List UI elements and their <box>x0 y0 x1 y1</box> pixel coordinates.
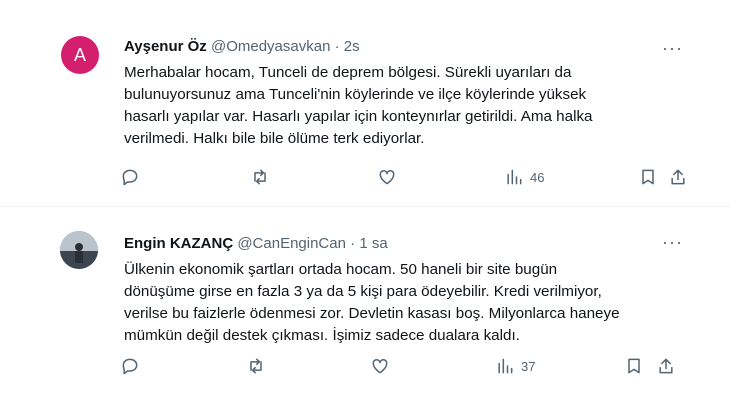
tweet-header: Engin KAZANÇ @CanEnginCan · 1 sa <box>124 234 388 254</box>
more-icon[interactable]: ··· <box>662 233 683 251</box>
retweet-button[interactable] <box>246 356 266 376</box>
tweet-text-line: Ülkenin ekonomik şartları ortada hocam. … <box>124 261 558 278</box>
author-handle[interactable]: @Omedyasavkan <box>211 38 330 55</box>
reply-icon <box>122 358 138 375</box>
action-bar: 46 <box>120 167 700 191</box>
share-icon <box>659 358 673 374</box>
reply-button[interactable] <box>120 356 140 376</box>
tweet-text-line: mümkün değil destek çıkması. İşimiz sade… <box>124 327 520 344</box>
avatar-letter: A <box>73 44 86 65</box>
retweet-icon <box>254 169 266 185</box>
author-name[interactable]: Engin KAZANÇ <box>124 235 233 252</box>
author-handle[interactable]: @CanEnginCan <box>237 235 346 252</box>
share-icon <box>671 169 685 185</box>
bookmark-icon <box>628 358 640 374</box>
bookmark-button[interactable] <box>638 167 658 187</box>
tweet-text: Merhabalar hocam, Tunceli de deprem bölg… <box>124 62 684 150</box>
tweet-text-line: dönüşüme girse en fazla 3 ya da 5 kişi p… <box>124 283 602 300</box>
views-count: 37 <box>521 358 536 374</box>
like-icon <box>379 169 395 185</box>
separator-dot: · <box>350 235 356 252</box>
avatar-photo <box>60 231 98 269</box>
tweet-text-line: hasarlı yapılar var. Hasarlı yapılar içi… <box>124 108 593 125</box>
views-icon <box>507 169 522 185</box>
more-icon[interactable]: ··· <box>662 39 683 57</box>
bookmark-icon <box>642 169 654 185</box>
tweet-text-line: verilmedi. Halkı bile bile ölüme terk ed… <box>124 130 425 147</box>
tweet-text-line: verilse bu faizlerle ödenmesi zor. Devle… <box>124 305 620 322</box>
tweet-2[interactable]: Engin KAZANÇ @CanEnginCan · 1 sa ··· Ülk… <box>40 225 695 395</box>
views-button[interactable]: 46 <box>504 167 544 187</box>
separator-dot: · <box>334 38 340 55</box>
avatar[interactable]: A <box>61 36 99 74</box>
share-button[interactable] <box>656 356 676 376</box>
tweet-text: Ülkenin ekonomik şartları ortada hocam. … <box>124 259 684 347</box>
like-button[interactable] <box>370 356 390 376</box>
retweet-button[interactable] <box>250 167 270 187</box>
timestamp[interactable]: 2s <box>344 38 360 55</box>
timestamp[interactable]: 1 sa <box>359 235 387 252</box>
views-button[interactable]: 37 <box>495 356 535 376</box>
tweet-text-line: Merhabalar hocam, Tunceli de deprem bölg… <box>124 64 572 81</box>
tweet-divider <box>0 206 730 207</box>
bookmark-button[interactable] <box>624 356 644 376</box>
reply-button[interactable] <box>120 167 140 187</box>
tweet-text-line: bulunuyorsunuz ama Tunceli'nin köylerind… <box>124 86 587 103</box>
retweet-icon <box>250 358 262 374</box>
tweet-1[interactable]: A Ayşenur Öz @Omedyasavkan · 2s ··· Merh… <box>40 24 695 212</box>
like-icon <box>372 358 388 374</box>
avatar[interactable] <box>60 231 98 269</box>
views-count: 46 <box>530 169 545 185</box>
reply-icon <box>122 169 138 186</box>
share-button[interactable] <box>668 167 688 187</box>
author-name[interactable]: Ayşenur Öz <box>124 38 207 55</box>
action-bar: 37 <box>120 356 700 380</box>
tweet-header: Ayşenur Öz @Omedyasavkan · 2s <box>124 37 360 57</box>
views-icon <box>498 358 513 374</box>
like-button[interactable] <box>377 167 397 187</box>
